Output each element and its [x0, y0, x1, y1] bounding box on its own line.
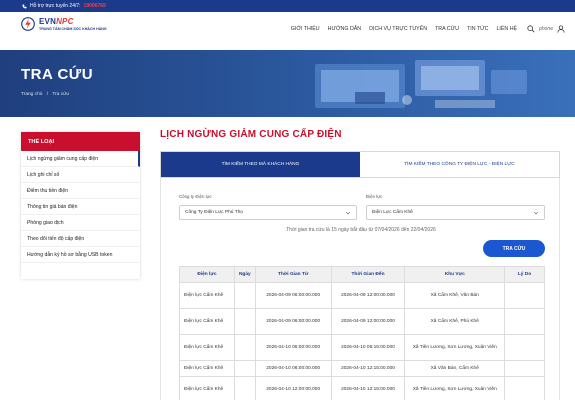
main-nav: GIỚI THIỆU HƯỚNG DẪN DỊCH VỤ TRỰC TUYẾN …: [283, 25, 565, 33]
cell-date: [233, 376, 256, 400]
nav-item-news[interactable]: TIN TỨC: [467, 26, 489, 32]
table-row: Điện lực Cẩm Khê 2026-04-10 12:00:00.000…: [179, 376, 545, 400]
branch-select-value: Điện Lực Cẩm Khê: [372, 210, 413, 215]
breadcrumb-home[interactable]: Trang chủ: [21, 92, 42, 97]
user-icon[interactable]: [557, 25, 565, 33]
cell-date: [233, 282, 256, 309]
search-form: Công ty Điện lực Công Ty Điện Lực Phú Th…: [160, 178, 560, 400]
nav-item-online-services[interactable]: DỊCH VỤ TRỰC TUYẾN: [369, 26, 427, 32]
nav-item-guide[interactable]: HƯỚNG DẪN: [328, 26, 362, 32]
search-tabs: TÌM KIẾM THEO MÃ KHÁCH HÀNG TÌM KIẾM THE…: [160, 151, 560, 178]
col-header-time-from: Thời Gian Từ: [254, 266, 332, 283]
cell-time-from: 2026-04-09 06:00:00.000: [254, 282, 332, 309]
cell-time-to: 2026-04-10 06:15:00.000: [330, 334, 406, 361]
phone-icon: [22, 4, 27, 8]
cell-branch: Điện lực Cẩm Khê: [179, 334, 235, 361]
cell-date: [233, 334, 256, 361]
cell-time-from: 2026-04-10 06:00:00.000: [254, 360, 332, 377]
top-bar: Hỗ trợ trực tuyến 24/7: 19006769: [0, 0, 575, 12]
breadcrumb: Trang chủ / Tra cứu: [21, 92, 72, 97]
sidebar-item-connection-progress[interactable]: Theo dõi tiến độ cấp điện: [21, 231, 140, 247]
sidebar-item-meter-reading[interactable]: Lịch ghi chỉ số: [21, 167, 140, 183]
cell-area: Xã Tiên Lương, Sơn Lương, Xuân Viên: [404, 334, 506, 361]
phone-text[interactable]: phone: [539, 26, 553, 32]
cell-reason: [504, 308, 545, 335]
chevron-down-icon: [345, 211, 351, 215]
cell-reason: [504, 282, 545, 309]
cell-time-to: 2026-04-09 12:00:00.000: [330, 308, 406, 335]
col-header-date: Ngày: [233, 266, 256, 283]
cell-branch: Điện lực Cẩm Khê: [179, 308, 235, 335]
table-row: Điện lực Cẩm Khê 2026-04-09 06:00:00.000…: [179, 282, 545, 309]
logo[interactable]: EVNNPC TRUNG TÂM CHĂM SÓC KHÁCH HÀNG: [21, 17, 107, 31]
category-sidebar: THỂ LOẠI Lịch ngừng giảm cung cấp điện L…: [21, 132, 140, 279]
cell-area: Xã Văn Bán, Cẩm Khê: [404, 360, 506, 377]
support-label: Hỗ trợ trực tuyến 24/7:: [30, 3, 81, 9]
cell-time-from: 2026-04-09 06:00:00.000: [254, 308, 332, 335]
sidebar-heading: THỂ LOẠI: [21, 132, 140, 151]
cell-date: [233, 308, 256, 335]
cell-area: Xã Tiên Lương, Sơn Lương, Xuân Viên: [404, 376, 506, 400]
col-header-area: Khu Vực: [404, 266, 506, 283]
table-row: Điện lực Cẩm Khê 2026-04-10 06:00:00.000…: [179, 334, 545, 361]
nav-item-about[interactable]: GIỚI THIỆU: [291, 26, 320, 32]
cell-time-from: 2026-04-10 12:00:00.000: [254, 376, 332, 400]
cell-area: Xã Cẩm Khê, Phú Khê: [404, 308, 506, 335]
site-header: EVNNPC TRUNG TÂM CHĂM SÓC KHÁCH HÀNG GIỚ…: [0, 12, 575, 50]
search-icon[interactable]: [527, 25, 535, 33]
col-header-reason: Lý Do: [504, 266, 545, 283]
cell-branch: Điện lực Cẩm Khê: [179, 376, 235, 400]
evn-logo-icon: [21, 17, 35, 31]
outage-table: Điện lực Ngày Thời Gian Từ Thời Gian Đến…: [179, 266, 545, 400]
sidebar-item-payment-points[interactable]: Điểm thu tiền điện: [21, 183, 140, 199]
cell-date: [233, 360, 256, 377]
col-header-branch: Điện lực: [179, 266, 235, 283]
branch-select[interactable]: Điện Lực Cẩm Khê: [366, 205, 545, 220]
page-title: TRA CỨU: [21, 66, 94, 83]
cell-branch: Điện lực Cẩm Khê: [179, 282, 235, 309]
cell-reason: [504, 334, 545, 361]
logo-name: EVNNPC: [39, 17, 74, 26]
section-title: LỊCH NGỪNG GIẢM CUNG CẤP ĐIỆN: [160, 129, 342, 140]
page-banner: TRA CỨU Trang chủ / Tra cứu: [0, 50, 575, 117]
table-header-row: Điện lực Ngày Thời Gian Từ Thời Gian Đến…: [179, 266, 545, 283]
cell-reason: [504, 360, 545, 377]
company-label: Công ty Điện lực: [179, 194, 212, 199]
branch-label: Điện lực: [366, 194, 383, 199]
cell-time-to: 2026-04-10 12:15:00.000: [330, 376, 406, 400]
nav-item-lookup[interactable]: TRA CỨU: [435, 26, 459, 32]
cell-reason: [504, 376, 545, 400]
tab-by-customer-code[interactable]: TÌM KIẾM THEO MÃ KHÁCH HÀNG: [161, 152, 360, 177]
sidebar-item-usb-token-guide[interactable]: Hướng dẫn ký hồ sơ bằng USB token: [21, 247, 140, 263]
cell-area: Xã Cẩm Khê, Văn Bán: [404, 282, 506, 309]
nav-item-contact[interactable]: LIÊN HỆ: [496, 26, 517, 32]
sidebar-item-transaction-office[interactable]: Phòng giao dịch: [21, 215, 140, 231]
logo-subtitle: TRUNG TÂM CHĂM SÓC KHÁCH HÀNG: [39, 27, 107, 31]
company-select-value: Công Ty Điện Lực Phú Thọ: [185, 210, 243, 215]
lookup-period-note: Thời gian tra cứu là 15 ngày bắt đầu từ …: [286, 227, 436, 233]
tab-by-company[interactable]: TÌM KIẾM THEO CÔNG TY ĐIỆN LỰC - ĐIỆN LỰ…: [360, 152, 559, 177]
cell-time-from: 2026-04-10 06:00:00.000: [254, 334, 332, 361]
sidebar-item-price-info[interactable]: Thông tin giá bán điện: [21, 199, 140, 215]
banner-illustration: [315, 60, 527, 108]
chevron-down-icon: [533, 211, 539, 215]
cell-time-to: 2026-04-09 12:00:00.000: [330, 282, 406, 309]
company-select[interactable]: Công Ty Điện Lực Phú Thọ: [179, 205, 357, 220]
breadcrumb-separator: /: [46, 92, 49, 97]
cell-branch: Điện lực Cẩm Khê: [179, 360, 235, 377]
cell-time-to: 2026-04-10 12:15:00.000: [330, 360, 406, 377]
sidebar-item-outage-schedule[interactable]: Lịch ngừng giảm cung cấp điện: [21, 151, 140, 167]
hotline-number[interactable]: 19006769: [84, 3, 106, 9]
lookup-button[interactable]: TRA CỨU: [483, 240, 545, 257]
breadcrumb-current: Tra cứu: [52, 92, 69, 97]
col-header-time-to: Thời Gian Đến: [330, 266, 406, 283]
table-row: Điện lực Cẩm Khê 2026-04-10 06:00:00.000…: [179, 360, 545, 377]
table-row: Điện lực Cẩm Khê 2026-04-09 06:00:00.000…: [179, 308, 545, 335]
